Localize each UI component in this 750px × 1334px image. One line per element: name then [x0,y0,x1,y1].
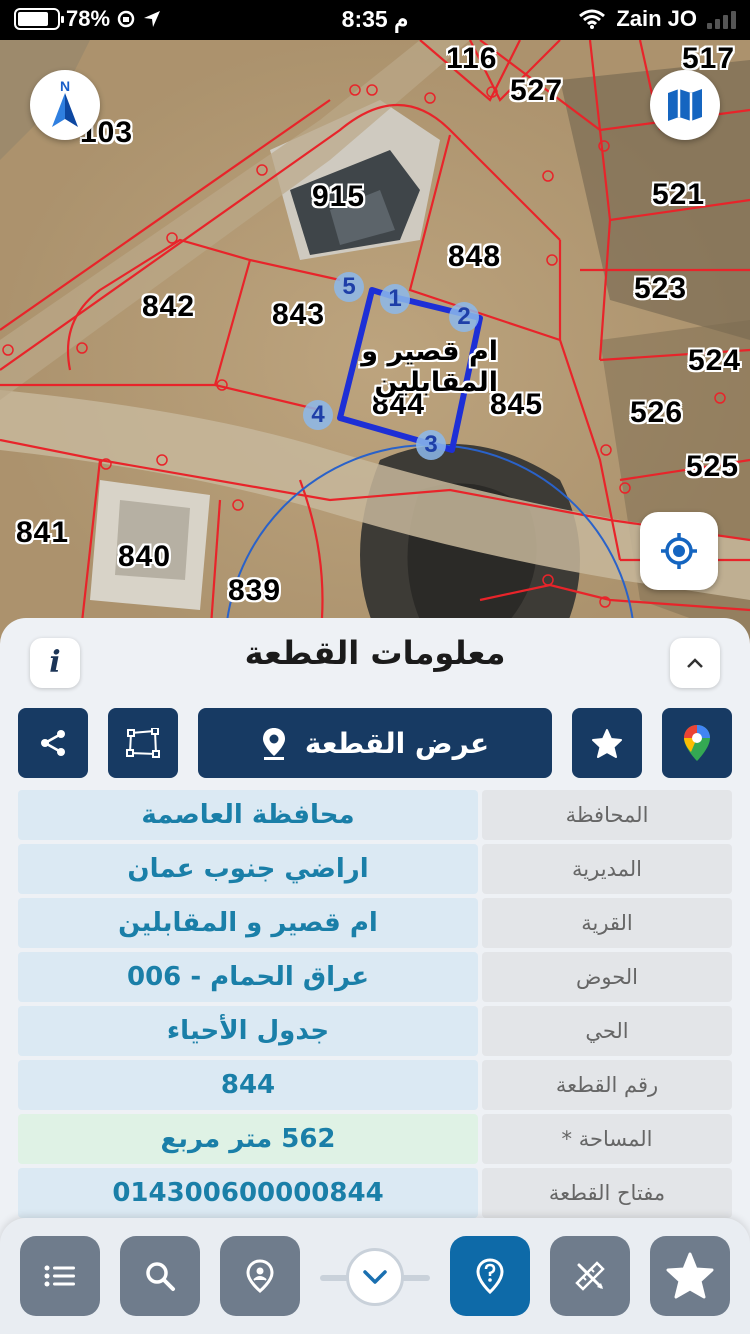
area-label: المساحة * [482,1114,732,1164]
table-row: اراضي جنوب عمان المديرية [18,844,732,894]
search-button[interactable] [120,1236,200,1316]
list-icon [44,1265,75,1287]
show-parcel-button[interactable]: عرض القطعة [198,708,552,778]
signal-icon [707,9,736,29]
google-maps-icon [684,725,710,761]
table-row: ام قصير و المقابلين القرية [18,898,732,948]
location-pin-icon [262,728,285,760]
share-button[interactable] [18,708,88,778]
map-icon [668,89,702,121]
google-maps-button[interactable] [662,708,732,778]
parcel-label: 848 [448,240,502,273]
parcel-label: 842 [142,290,196,323]
parcel-query-button[interactable] [450,1236,530,1316]
table-row: 562 متر مربع المساحة * [18,1114,732,1164]
village-label: ام قصير و المقابلين [361,336,498,398]
status-bar: 78% 8:35 م Zain JO [0,0,750,40]
wifi-icon [579,9,606,29]
compass-north-label: N [59,78,71,94]
sheet-header: i معلومات القطعة [0,618,750,698]
parcel-label: 116 [446,42,498,75]
parcel-details-table: محافظة العاصمة المحافظة اراضي جنوب عمان … [18,790,732,1222]
governorate-value: محافظة العاصمة [18,790,478,840]
parcel-number-value: 844 [18,1060,478,1110]
table-row: عراق الحمام - 006 الحوض [18,952,732,1002]
help-pin-icon [476,1258,504,1294]
village-value: ام قصير و المقابلين [18,898,478,948]
show-parcel-label: عرض القطعة [304,726,490,760]
parcel-vertex-1[interactable]: 1 [380,284,410,314]
search-icon [146,1262,175,1291]
parcel-vertex-5[interactable]: 5 [334,272,364,302]
parcel-number-label: رقم القطعة [482,1060,732,1110]
favorites-button[interactable] [650,1236,730,1316]
table-row: 014300600000844 مفتاح القطعة [18,1168,732,1218]
parcel-vertex-2[interactable]: 2 [449,302,479,332]
share-icon [41,730,65,756]
parcel-label: 524 [688,344,742,377]
table-row: جدول الأحياء الحي [18,1006,732,1056]
directorate-value: اراضي جنوب عمان [18,844,478,894]
directorate-label: المديرية [482,844,732,894]
collapse-sheet-button[interactable] [670,638,720,688]
parcel-vertex-3[interactable]: 3 [416,430,446,460]
location-pin-icon [246,1259,274,1293]
parcel-vertex-4[interactable]: 4 [303,400,333,430]
parcel-boundary-button[interactable] [108,708,178,778]
action-row: عرض القطعة [0,708,750,778]
parcel-label: 843 [272,298,326,331]
neighborhood-value: جدول الأحياء [18,1006,478,1056]
governorate-label: المحافظة [482,790,732,840]
parcel-key-label: مفتاح القطعة [482,1168,732,1218]
map-layers-button[interactable] [650,70,720,140]
compass-arrow-icon [52,93,78,127]
parcel-key-value: 014300600000844 [18,1168,478,1218]
star-icon [666,1252,714,1299]
table-row: محافظة العاصمة المحافظة [18,790,732,840]
parcel-label: 527 [510,74,564,107]
basin-label: الحوض [482,952,732,1002]
table-row: 844 رقم القطعة [18,1060,732,1110]
compass-button[interactable]: N [30,70,100,140]
parcel-label: 840 [118,540,172,573]
neighborhood-label: الحي [482,1006,732,1056]
polygon-select-icon [126,728,160,758]
chevron-down-icon [363,1270,387,1284]
area-value: 562 متر مربع [18,1114,478,1164]
carrier-name: Zain JO [616,6,697,31]
village-key-label: القرية [482,898,732,948]
list-button[interactable] [20,1236,100,1316]
sheet-title: معلومات القطعة [244,634,506,672]
parcel-label: 841 [16,516,70,549]
parcel-label: 915 [312,180,366,213]
location-pin-button[interactable] [220,1236,300,1316]
collapse-toolbar-button[interactable] [346,1248,404,1306]
measure-tools-button[interactable] [550,1236,630,1316]
parcel-label: 523 [634,272,688,305]
my-location-button[interactable] [640,512,718,590]
status-right: Zain JO [578,6,736,32]
chevron-up-icon [687,658,703,668]
parcel-label: 525 [686,450,740,483]
parcel-label: 839 [228,574,282,607]
crosshair-icon [661,533,697,569]
basin-value: عراق الحمام - 006 [18,952,478,1002]
favorite-button[interactable] [572,708,642,778]
star-icon [592,729,622,758]
parcel-label: 526 [630,396,684,429]
measure-tools-icon [575,1261,605,1291]
map-view[interactable]: 116 527 517 103 915 521 848 523 842 843 … [0,40,750,680]
parcel-label: 521 [652,178,706,211]
bottom-toolbar [0,1218,750,1334]
